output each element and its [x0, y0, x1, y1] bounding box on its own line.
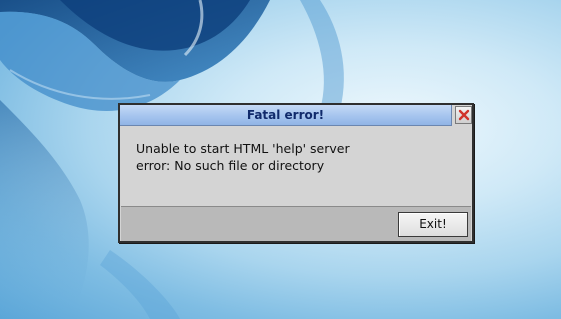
error-message: Unable to start HTML 'help' server error… [136, 140, 456, 174]
fatal-error-dialog: Fatal error! Unable to start HTML 'help'… [118, 103, 474, 243]
button-area: Exit! [121, 206, 471, 241]
close-button[interactable] [455, 106, 472, 124]
error-message-line: Unable to start HTML 'help' server [136, 141, 350, 156]
dialog-title[interactable]: Fatal error! [120, 105, 452, 126]
exit-button[interactable]: Exit! [398, 212, 468, 237]
close-icon [458, 109, 470, 121]
error-message-line: error: No such file or directory [136, 158, 325, 173]
